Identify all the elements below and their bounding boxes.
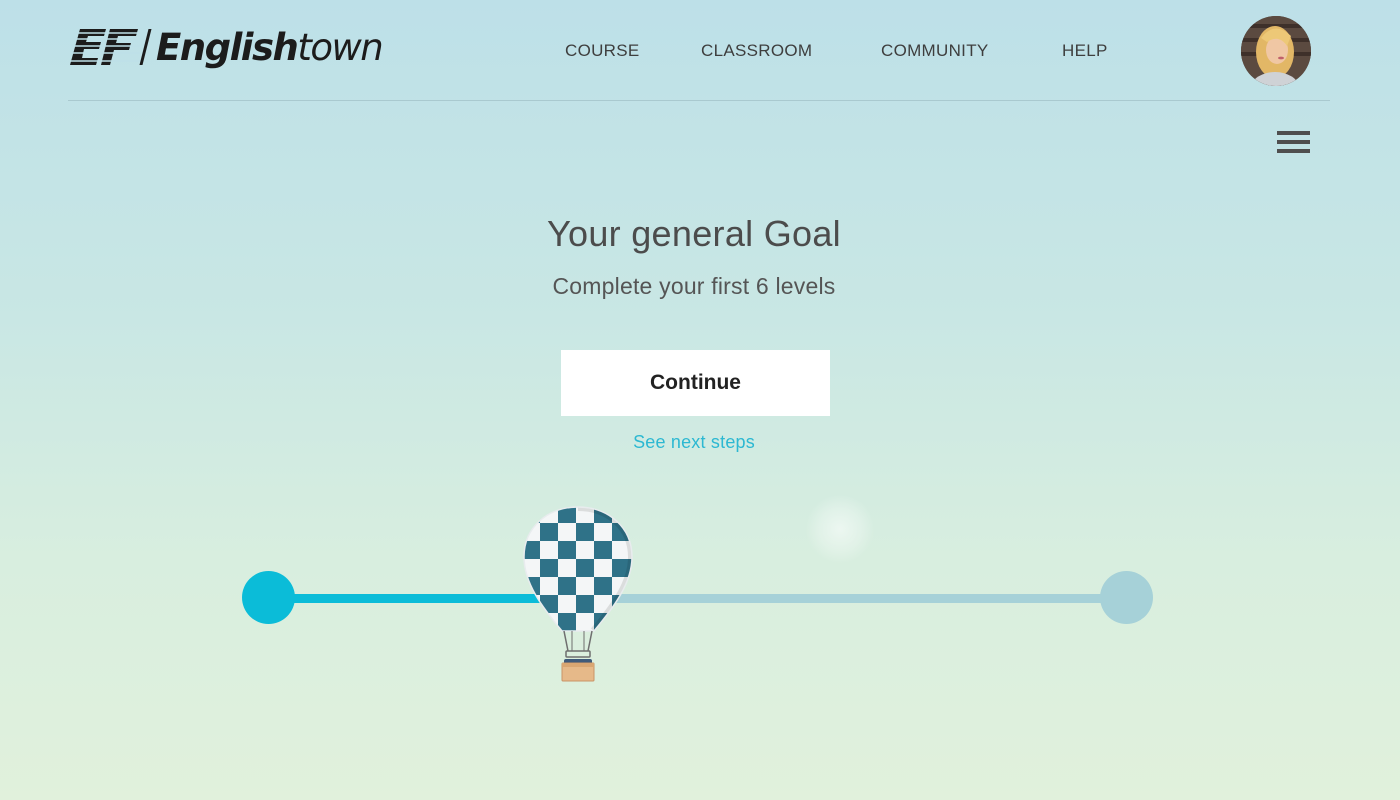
nav-community[interactable]: COMMUNITY	[881, 41, 989, 61]
see-next-steps-link[interactable]: See next steps	[0, 432, 1388, 453]
brand-wordmark-light: town	[297, 25, 383, 69]
user-avatar[interactable]	[1241, 16, 1311, 86]
brand-wordmark: Englishtown	[156, 25, 384, 69]
avatar-portrait	[1241, 16, 1311, 86]
glow-decoration	[806, 495, 874, 563]
nav-help[interactable]: HELP	[1062, 41, 1108, 61]
nav-course[interactable]: COURSE	[565, 41, 640, 61]
menu-bar	[1277, 140, 1310, 144]
progress-start-node	[242, 571, 295, 624]
menu-bar	[1277, 149, 1310, 153]
logo-divider	[139, 29, 152, 65]
hamburger-menu-icon[interactable]	[1277, 131, 1310, 157]
top-navigation-bar: Englishtown COURSE CLASSROOM COMMUNITY H…	[68, 0, 1330, 101]
nav-classroom[interactable]: CLASSROOM	[701, 41, 812, 61]
brand-wordmark-bold: English	[156, 25, 299, 69]
englishtown-logo[interactable]: Englishtown	[70, 24, 384, 70]
hot-air-balloon-icon	[522, 506, 633, 682]
progress-end-node	[1100, 571, 1153, 624]
goal-title: Your general Goal	[547, 213, 841, 254]
goal-subtitle: Complete your first 6 levels	[552, 273, 836, 299]
menu-bar	[1277, 131, 1310, 135]
continue-button[interactable]: Continue	[561, 350, 830, 416]
ef-logo-mark	[70, 29, 140, 65]
